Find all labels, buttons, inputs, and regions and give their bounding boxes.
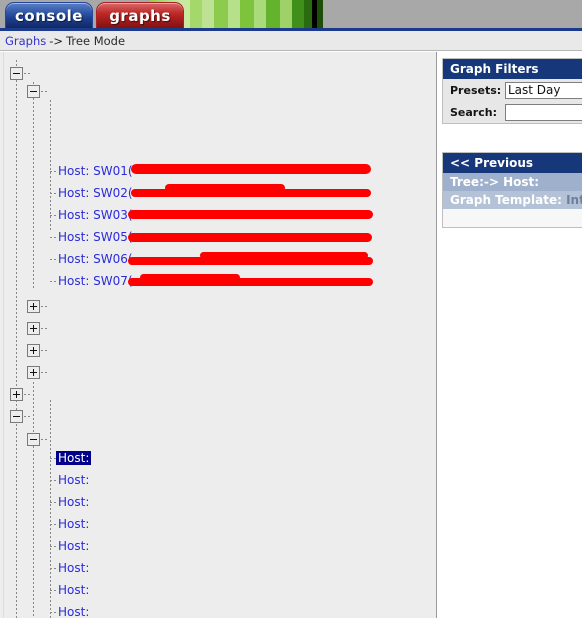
tree-host-item[interactable]: Host: [58, 495, 89, 509]
graph-tree-panel: Host: SW01( Host: SW02( Host: SW03( Host… [0, 52, 437, 618]
tree-connector-9 [41, 439, 49, 440]
search-label: Search: [450, 105, 497, 119]
tree-leaf-connector [50, 215, 58, 216]
tree-toggle-level1-expand-1[interactable] [10, 388, 23, 401]
tree-toggle-level1-collapse-2[interactable] [10, 410, 23, 423]
tree-toggle-level2-expand-1[interactable] [27, 300, 40, 313]
tree-connector-1 [24, 73, 32, 74]
tree-leaf-connector [50, 546, 58, 547]
tree-rail-level2-upper [33, 82, 34, 290]
tree-leaf-connector [50, 568, 58, 569]
tree-host-item[interactable]: Host: [58, 583, 89, 597]
presets-row: Presets: [443, 79, 582, 101]
tab-graphs-label: graphs [109, 7, 171, 25]
tree-rail-level1 [16, 60, 17, 618]
previous-tree-row[interactable]: Tree:-> Host: [443, 173, 582, 191]
tree-leaf-connector [50, 480, 58, 481]
tree-toggle-level2-expand-2[interactable] [27, 322, 40, 335]
right-panel: Graph Filters Presets: Search: << Previo… [438, 52, 582, 618]
tree-host-item[interactable]: Host: SW06( [58, 252, 133, 266]
tab-console-label: console [15, 7, 83, 25]
tree-connector-2 [41, 91, 49, 92]
tree-leaf-connector [50, 281, 58, 282]
redaction-bar [128, 210, 373, 219]
tree-connector-3 [41, 306, 49, 307]
tree-leaf-connector [50, 171, 58, 172]
tree-host-item[interactable]: Host: SW03( [58, 208, 133, 222]
tree-host-item-selected[interactable]: Host: [56, 451, 92, 465]
tree-host-item[interactable]: Host: [58, 473, 89, 487]
tree-host-item[interactable]: Host: SW02( [58, 186, 133, 200]
graph-filters-box: Graph Filters Presets: Search: [442, 58, 582, 124]
redaction-bar [200, 252, 368, 259]
search-row: Search: [443, 101, 582, 123]
redaction-bar [165, 184, 285, 192]
tree-host-item[interactable]: Host: SW07( [58, 274, 133, 288]
tree-leaf-connector [50, 193, 58, 194]
tree-host-item[interactable]: Host: SW05( [58, 230, 133, 244]
tree-leaf-connector [50, 237, 58, 238]
tree-rail-level3-upper [50, 100, 51, 230]
previous-box-filler [443, 209, 582, 227]
previous-title[interactable]: << Previous [443, 153, 582, 173]
app-banner: console graphs [0, 0, 582, 30]
tree-rail-level2-lower [33, 382, 34, 618]
tree-connector-8 [24, 416, 32, 417]
presets-label: Presets: [450, 83, 502, 97]
tree-connector-4 [41, 328, 49, 329]
breadcrumb: Graphs -> Tree Mode [0, 31, 582, 51]
previous-template-label: Graph Template: [450, 193, 562, 207]
presets-input[interactable] [505, 81, 582, 99]
tree-left-edge [0, 52, 4, 618]
breadcrumb-current: Tree Mode [66, 33, 126, 48]
redaction-bar [128, 233, 372, 242]
graph-filters-title: Graph Filters [443, 59, 582, 79]
tree-connector-5 [41, 350, 49, 351]
previous-template-row[interactable]: Graph Template: Inte [443, 191, 582, 209]
tree-leaf-connector [50, 524, 58, 525]
tree-toggle-level2-collapse-2[interactable] [27, 433, 40, 446]
cacti-graph-tree-page: console graphs Graphs -> Tree Mode Host:… [0, 0, 582, 618]
tree-connector-6 [41, 372, 49, 373]
tree-toggle-level1-collapse-1[interactable] [10, 67, 23, 80]
tree-toggle-level2-expand-3[interactable] [27, 344, 40, 357]
tree-rail-level3-lower [50, 400, 51, 618]
tree-leaf-connector [50, 502, 58, 503]
tree-toggle-level2-expand-4[interactable] [27, 366, 40, 379]
tab-graphs[interactable]: graphs [96, 2, 184, 30]
tree-host-item[interactable]: Host: [58, 539, 89, 553]
tree-host-item[interactable]: Host: SW01( [58, 164, 133, 178]
tree-connector-7 [24, 394, 32, 395]
redaction-bar [131, 164, 371, 174]
tab-console[interactable]: console [5, 2, 93, 30]
redaction-bar [140, 274, 240, 281]
tree-host-item[interactable]: Host: [58, 517, 89, 531]
previous-box: << Previous Tree:-> Host: Graph Template… [442, 152, 582, 228]
tree-host-item[interactable]: Host: [58, 605, 89, 618]
banner-green-stripes [180, 0, 325, 30]
tree-toggle-level2-collapse-1[interactable] [27, 85, 40, 98]
breadcrumb-link-graphs[interactable]: Graphs [5, 34, 46, 48]
tree-leaf-connector [50, 259, 58, 260]
tree-leaf-connector [50, 590, 58, 591]
breadcrumb-separator: -> [49, 33, 64, 48]
previous-template-value: Inte [566, 193, 582, 207]
tree-leaf-connector [50, 612, 58, 613]
tree-host-item[interactable]: Host: [58, 561, 89, 575]
search-input[interactable] [505, 103, 582, 121]
